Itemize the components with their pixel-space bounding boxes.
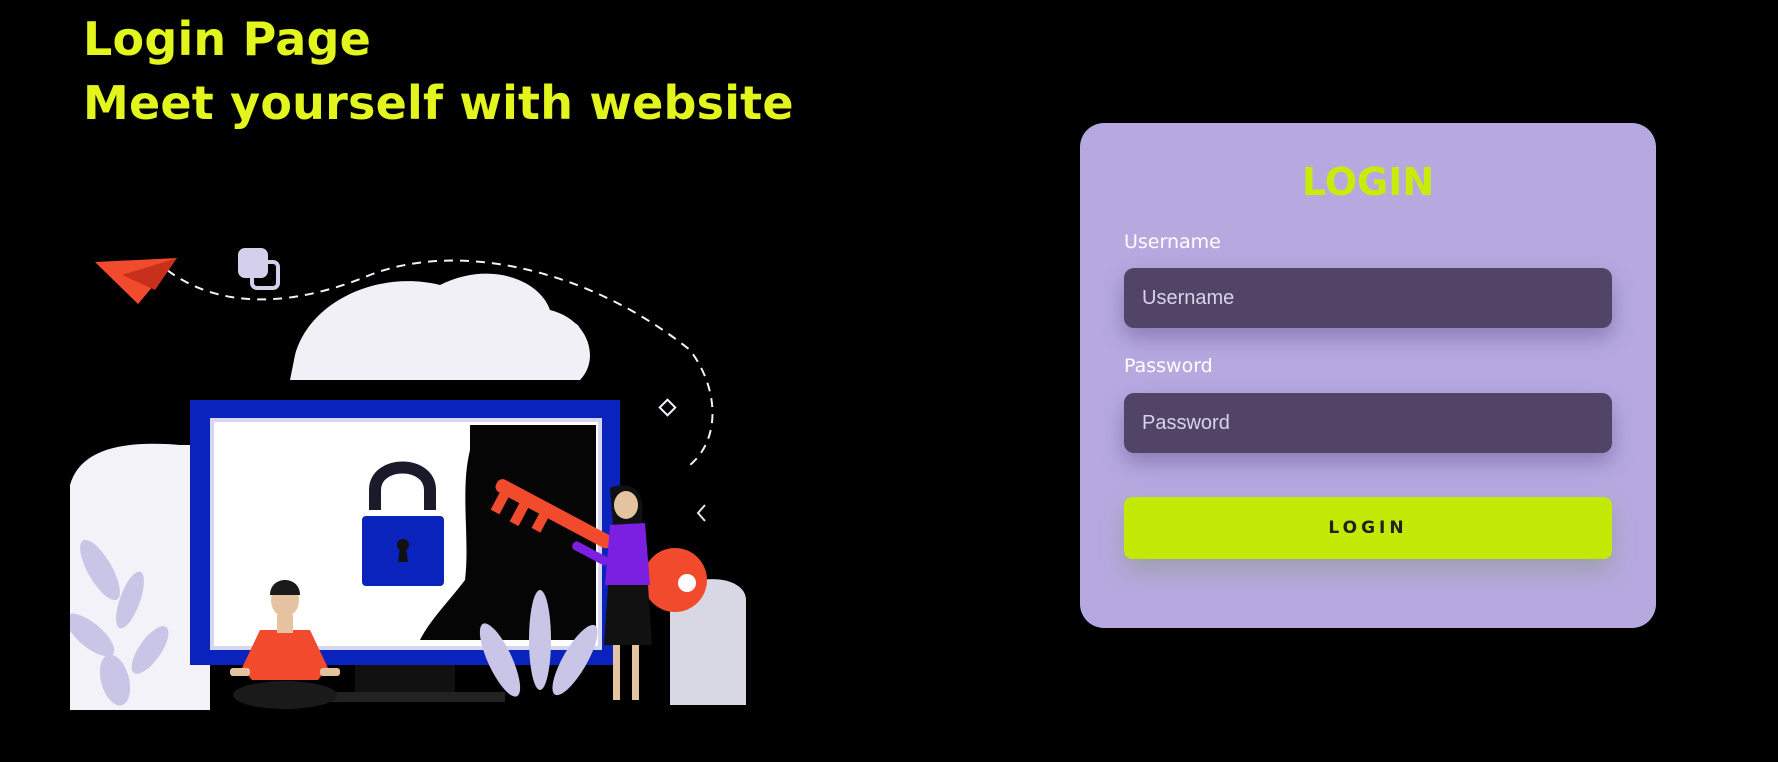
username-label: Username: [1124, 231, 1221, 253]
login-page: Login Page Meet yourself with website LO…: [0, 0, 1778, 762]
login-title: LOGIN: [1301, 160, 1435, 204]
login-button[interactable]: LOGIN: [1124, 497, 1612, 559]
chevron-left-icon: [696, 504, 706, 522]
page-subtitle: Meet yourself with website: [83, 76, 794, 130]
diamond-shape: [658, 398, 677, 417]
username-input[interactable]: [1124, 268, 1612, 328]
password-input[interactable]: [1124, 393, 1612, 453]
floating-squares-icon: [238, 248, 280, 290]
password-label: Password: [1124, 355, 1213, 377]
login-security-illustration: [70, 248, 746, 710]
login-card: LOGIN Username Password LOGIN: [1080, 123, 1656, 628]
background-cloud: [290, 273, 590, 380]
paper-plane-icon: [95, 258, 177, 304]
page-title: Login Page: [83, 12, 372, 66]
